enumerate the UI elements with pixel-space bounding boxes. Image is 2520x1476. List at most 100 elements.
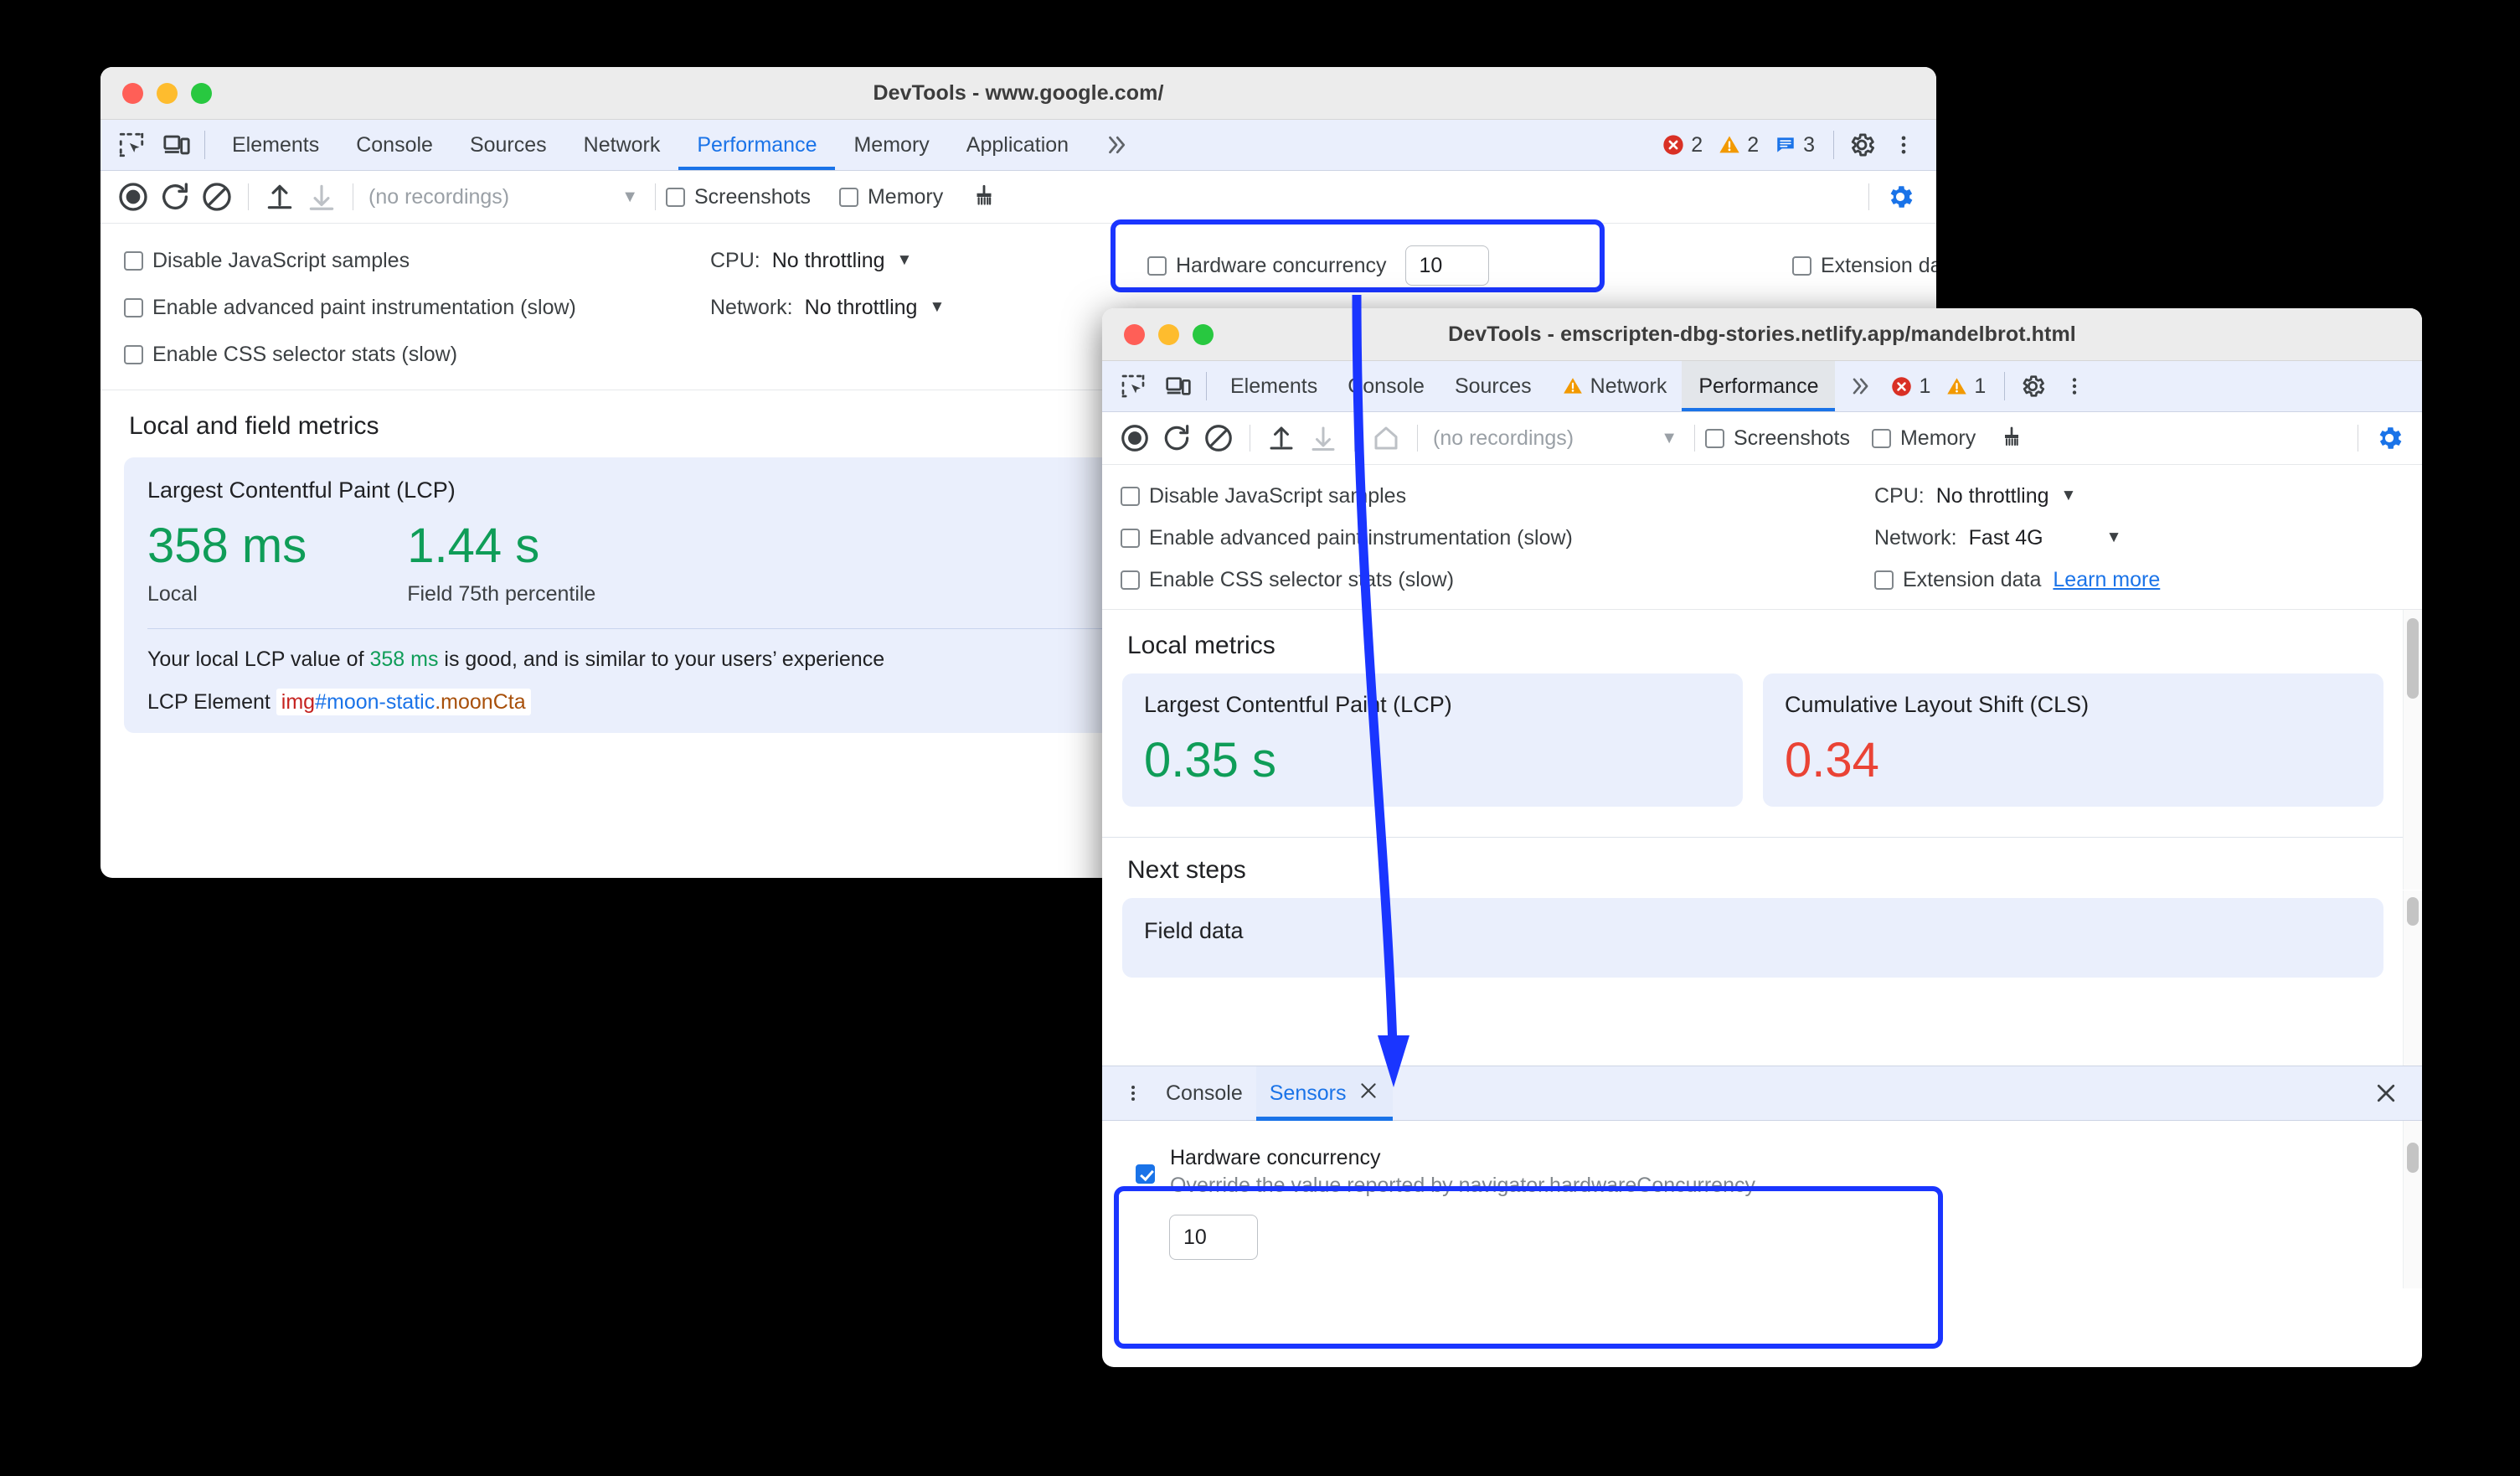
zoom-window-button[interactable]: [1193, 323, 1214, 345]
hardware-concurrency-row[interactable]: Hardware concurrency Override the value …: [1136, 1146, 2422, 1198]
close-window-button[interactable]: [122, 82, 143, 104]
window2-tabstrip[interactable]: Elements Console Sources Network Perform…: [1102, 361, 2422, 412]
window1-tabs[interactable]: Elements Console Sources Network Perform…: [214, 120, 1087, 170]
chevron-down-icon[interactable]: ▼: [2106, 529, 2122, 547]
sensors-scrollbar[interactable]: [2403, 1121, 2422, 1288]
drawer-tabstrip[interactable]: Console Sensors: [1102, 1066, 2422, 1121]
collect-garbage-icon[interactable]: [963, 176, 1005, 218]
next-steps-scrollbar[interactable]: [2403, 890, 2422, 1066]
recordings-dropdown[interactable]: (no recordings) ▼: [1428, 426, 1684, 451]
network-throttling-control[interactable]: Network: Fast 4G ▼: [1874, 526, 2121, 550]
drawer-close-button[interactable]: [2368, 1076, 2404, 1111]
disable-js-samples-box[interactable]: [1121, 486, 1140, 506]
window1-issue-counters[interactable]: 2 2 3: [1657, 133, 1825, 157]
drawer-tab-sensors[interactable]: Sensors: [1255, 1066, 1394, 1121]
minimize-window-button[interactable]: [157, 82, 178, 104]
network-value[interactable]: Fast 4G: [1969, 526, 2095, 550]
network-value[interactable]: No throttling: [805, 296, 918, 320]
chevron-down-icon[interactable]: ▼: [929, 298, 945, 317]
window1-traffic-lights[interactable]: [100, 82, 212, 104]
css-selector-stats-box[interactable]: [124, 344, 143, 364]
close-window-button[interactable]: [1124, 323, 1145, 345]
more-options-icon[interactable]: [1884, 126, 1923, 164]
tab-sources[interactable]: Sources: [451, 120, 565, 170]
chevron-down-icon[interactable]: ▼: [897, 251, 913, 270]
extension-data-box[interactable]: [1874, 570, 1894, 590]
disable-js-samples-checkbox[interactable]: Disable JavaScript samples: [124, 249, 710, 273]
gear-icon-active[interactable]: [1879, 176, 1921, 218]
tab-memory[interactable]: Memory: [835, 120, 947, 170]
upload-profile-icon[interactable]: [1260, 417, 1302, 459]
devtools-window-mandelbrot[interactable]: DevTools - emscripten-dbg-stories.netlif…: [1102, 308, 2422, 1367]
upload-profile-icon[interactable]: [259, 176, 301, 218]
tab-elements[interactable]: Elements: [1215, 361, 1332, 411]
clear-icon[interactable]: [196, 176, 238, 218]
record-icon[interactable]: [1114, 417, 1156, 459]
more-tabs-icon[interactable]: [1835, 374, 1885, 398]
memory-checkbox[interactable]: Memory: [838, 185, 943, 209]
screenshots-checkbox[interactable]: Screenshots: [1705, 426, 1850, 451]
error-counter[interactable]: 2: [1657, 133, 1708, 157]
tab-sources[interactable]: Sources: [1440, 361, 1547, 411]
window2-tool-icons[interactable]: [1102, 367, 1198, 405]
sensors-scrollbar-thumb[interactable]: [2407, 1143, 2419, 1173]
extension-data-control[interactable]: Extension data Learn more: [1874, 568, 2160, 592]
window1-titlebar[interactable]: DevTools - www.google.com/: [100, 67, 1936, 120]
hardware-concurrency-input[interactable]: 10: [1169, 1215, 1258, 1260]
clear-icon[interactable]: [1198, 417, 1239, 459]
more-options-icon[interactable]: [2055, 367, 2094, 405]
tab-network[interactable]: Network: [565, 120, 679, 170]
metrics-scrollbar-thumb[interactable]: [2407, 618, 2419, 699]
tab-performance[interactable]: Performance: [678, 120, 836, 170]
drawer-tab-console[interactable]: Console: [1152, 1066, 1256, 1120]
record-icon[interactable]: [112, 176, 154, 218]
extension-data-checkbox[interactable]: Extension data: [1874, 568, 2041, 592]
more-tabs-icon[interactable]: [1087, 132, 1146, 157]
window1-right-icons[interactable]: [1842, 126, 1936, 164]
error-counter[interactable]: 1: [1885, 374, 1935, 399]
device-toolbar-icon[interactable]: [1159, 367, 1198, 405]
advanced-paint-checkbox[interactable]: Enable advanced paint instrumentation (s…: [124, 296, 710, 320]
window2-settings-pane[interactable]: Disable JavaScript samples CPU: No throt…: [1102, 465, 2422, 610]
cpu-throttling-control[interactable]: CPU: No throttling ▼: [1874, 484, 2076, 508]
close-icon[interactable]: [1358, 1080, 1379, 1107]
zoom-window-button[interactable]: [191, 82, 212, 104]
window1-tabstrip[interactable]: Elements Console Sources Network Perform…: [100, 120, 1936, 171]
network-throttling-control[interactable]: Network: No throttling ▼: [710, 296, 945, 320]
gear-icon-active[interactable]: [2368, 417, 2410, 459]
window1-tool-icons[interactable]: [100, 126, 196, 164]
window2-tabs[interactable]: Elements Console Sources Network Perform…: [1215, 361, 1836, 411]
screenshots-checkbox-box[interactable]: [1705, 428, 1724, 448]
advanced-paint-checkbox[interactable]: Enable advanced paint instrumentation (s…: [1121, 526, 1874, 550]
advanced-paint-box[interactable]: [1121, 528, 1140, 548]
hardware-concurrency-checkbox[interactable]: Hardware concurrency: [1147, 254, 1387, 278]
advanced-paint-box[interactable]: [124, 297, 143, 317]
hardware-concurrency-box[interactable]: [1147, 255, 1167, 276]
window2-traffic-lights[interactable]: [1102, 323, 1214, 345]
cpu-value[interactable]: No throttling: [1936, 484, 2049, 508]
next-steps-scrollbar-thumb[interactable]: [2407, 897, 2419, 926]
window2-issue-counters[interactable]: 1 1: [1885, 374, 1996, 399]
screenshots-checkbox-box[interactable]: [666, 187, 685, 207]
window2-right-icons[interactable]: [2013, 367, 2107, 405]
memory-checkbox[interactable]: Memory: [1871, 426, 1976, 451]
gear-icon[interactable]: [2013, 367, 2052, 405]
window2-titlebar[interactable]: DevTools - emscripten-dbg-stories.netlif…: [1102, 308, 2422, 361]
css-selector-stats-box[interactable]: [1121, 570, 1140, 590]
cpu-throttling-control[interactable]: CPU: No throttling ▼: [710, 249, 912, 273]
device-toolbar-icon[interactable]: [157, 126, 196, 164]
extension-data-control[interactable]: Extension data: [1792, 254, 1936, 278]
tab-console[interactable]: Console: [338, 120, 451, 170]
recordings-dropdown[interactable]: (no recordings) ▼: [363, 185, 645, 209]
inspect-element-icon[interactable]: [1114, 367, 1152, 405]
css-selector-stats-checkbox[interactable]: Enable CSS selector stats (slow): [1121, 568, 1874, 592]
tab-network[interactable]: Network: [1547, 361, 1683, 411]
info-counter[interactable]: 3: [1769, 133, 1820, 157]
collect-garbage-icon[interactable]: [1991, 417, 2033, 459]
tab-performance[interactable]: Performance: [1682, 361, 1836, 411]
memory-checkbox-box[interactable]: [838, 187, 858, 207]
reload-and-record-icon[interactable]: [1156, 417, 1198, 459]
extension-data-box[interactable]: [1792, 256, 1811, 276]
more-options-icon[interactable]: [1114, 1074, 1152, 1112]
disable-js-samples-box[interactable]: [124, 250, 143, 271]
